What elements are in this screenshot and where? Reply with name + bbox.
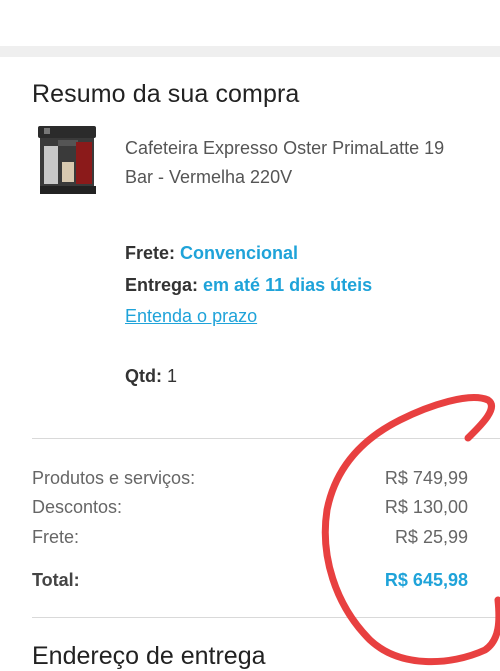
- coffee-machine-icon[interactable]: [36, 124, 100, 198]
- entrega-value: em até 11 dias úteis: [203, 275, 373, 295]
- qty-value: 1: [167, 366, 178, 386]
- frete-row: Frete: Convencional: [125, 243, 298, 264]
- divider-top: [32, 438, 500, 439]
- products-label: Produtos e serviços:: [32, 468, 196, 488]
- section-divider: [0, 46, 500, 57]
- frete-label: Frete:: [125, 243, 176, 263]
- divider-bottom: [32, 617, 500, 618]
- product-name[interactable]: Cafeteira Expresso Oster PrimaLatte 19 B…: [125, 134, 465, 192]
- products-value: R$ 749,99: [384, 468, 468, 488]
- summary-title: Resumo da sua compra: [32, 80, 300, 108]
- qty-label: Qtd:: [125, 366, 162, 386]
- total-label: Total:: [32, 570, 80, 590]
- shipping-cost-value: R$ 25,99: [394, 527, 468, 547]
- entrega-row: Entrega: em até 11 dias úteis: [125, 275, 372, 296]
- discounts-label: Descontos:: [32, 497, 123, 517]
- qty-row: Qtd: 1: [125, 366, 177, 387]
- frete-value: Convencional: [180, 243, 299, 263]
- shipping-cost-label: Frete:: [32, 527, 80, 547]
- discounts-value: R$ 130,00: [384, 497, 468, 517]
- entrega-label: Entrega:: [125, 275, 199, 295]
- entenda-prazo-link[interactable]: Entenda o prazo: [125, 306, 257, 327]
- top-bar: [0, 0, 500, 46]
- total-value: R$ 645,98: [384, 570, 468, 590]
- delivery-address-title: Endereço de entrega: [32, 642, 266, 670]
